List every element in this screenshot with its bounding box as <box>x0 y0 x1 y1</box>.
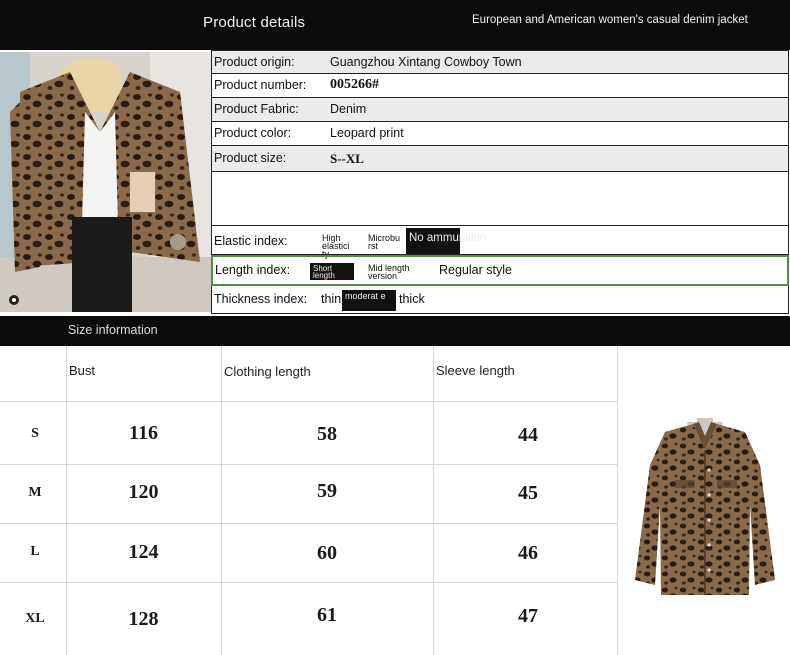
row-divider <box>0 523 618 524</box>
blank-row <box>211 172 789 226</box>
product-image <box>625 410 785 610</box>
length-mid: Mid length version <box>368 263 410 281</box>
page-subtitle: European and American women's casual den… <box>472 14 748 26</box>
size-info-title: Size information <box>68 323 158 337</box>
length-xl: 61 <box>317 604 337 626</box>
jacket-illustration <box>635 418 775 595</box>
fabric-row: Product Fabric: Denim <box>211 98 789 122</box>
sleeve-s: 44 <box>518 424 538 446</box>
number-row: Product number: 005266# <box>211 74 789 98</box>
size-table: Bust Clothing length Sleeve length S 116… <box>0 346 618 655</box>
fabric-label: Product Fabric: <box>214 102 299 116</box>
length-s: 58 <box>317 423 337 445</box>
size-info-bar: Size information <box>0 316 790 346</box>
sleeve-m: 45 <box>518 482 538 504</box>
length-m: 59 <box>317 480 337 502</box>
row-divider <box>0 464 618 465</box>
number-value: 005266# <box>330 77 379 92</box>
size-label-xl: XL <box>25 611 45 626</box>
number-label: Product number: <box>214 78 307 92</box>
header-bar: Product details European and American wo… <box>0 0 790 50</box>
bust-m: 120 <box>128 481 159 503</box>
model-photo <box>0 52 211 312</box>
header-sleeve-length: Sleeve length <box>436 363 515 378</box>
origin-row: Product origin: Guangzhou Xintang Cowboy… <box>211 50 789 74</box>
thickness-label: Thickness index: <box>214 292 308 306</box>
elastic-none-chip: No ammunition <box>406 228 486 254</box>
size-label-m: M <box>28 485 42 500</box>
size-label: Product size: <box>214 151 287 165</box>
elastic-label: Elastic index: <box>214 234 288 248</box>
length-short: Short length <box>313 264 335 280</box>
header-clothing-length: Clothing length <box>224 364 311 379</box>
thickness-thick: thick <box>399 292 425 306</box>
thickness-row: Thickness index: thin moderat e thick <box>211 286 789 314</box>
header-bust: Bust <box>69 363 96 378</box>
row-divider <box>0 582 618 583</box>
origin-label: Product origin: <box>214 55 295 69</box>
bust-s: 116 <box>129 422 158 444</box>
color-label: Product color: <box>214 126 292 140</box>
elastic-none: No ammunition <box>409 232 487 244</box>
size-value: S--XL <box>330 151 364 166</box>
sleeve-xl: 47 <box>518 605 538 627</box>
length-regular: Regular style <box>439 263 512 277</box>
elastic-micro: Microbu rst <box>368 233 401 251</box>
length-l: 60 <box>317 542 337 564</box>
origin-value: Guangzhou Xintang Cowboy Town <box>330 55 522 69</box>
fabric-value: Denim <box>330 102 367 116</box>
length-label: Length index: <box>215 263 291 277</box>
elastic-row: Elastic index: High elastici ty Microbu … <box>211 226 789 259</box>
size-row: Product size: S--XL <box>211 146 789 172</box>
thickness-moderate-chip: moderat e <box>342 290 396 311</box>
page-title: Product details <box>203 14 306 31</box>
length-short-chip: Short length <box>310 263 354 280</box>
thickness-moderate: moderat e <box>345 291 386 301</box>
color-row: Product color: Leopard print <box>211 122 789 146</box>
bust-l: 124 <box>128 541 159 563</box>
thickness-thin: thin <box>321 292 342 306</box>
model-photo-illustration <box>0 52 211 312</box>
bust-xl: 128 <box>128 608 159 630</box>
size-label-l: L <box>30 544 40 559</box>
sleeve-l: 46 <box>518 542 538 564</box>
size-label-s: S <box>31 426 39 441</box>
color-value: Leopard print <box>330 126 404 140</box>
length-row: Length index: Short length Mid length ve… <box>211 255 789 286</box>
